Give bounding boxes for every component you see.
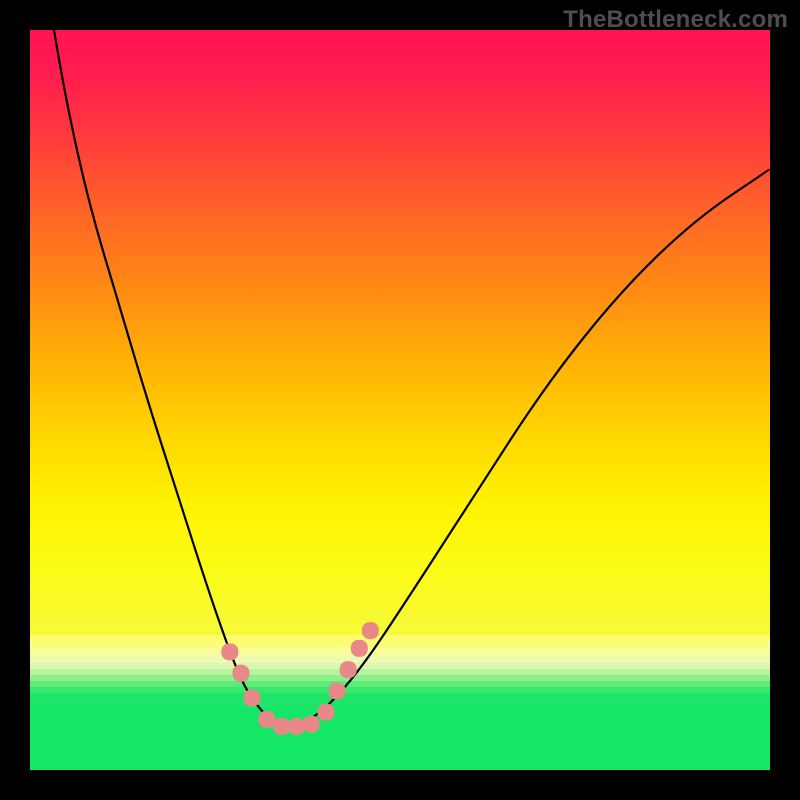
gradient-background: [30, 30, 770, 635]
band-green-4: [30, 693, 770, 707]
band-pale-yellow: [30, 635, 770, 647]
watermark-text: TheBottleneck.com: [563, 6, 788, 34]
band-cream-2: [30, 656, 770, 663]
band-green-base: [30, 707, 770, 770]
plot-area: [30, 30, 770, 770]
band-cream: [30, 647, 770, 656]
